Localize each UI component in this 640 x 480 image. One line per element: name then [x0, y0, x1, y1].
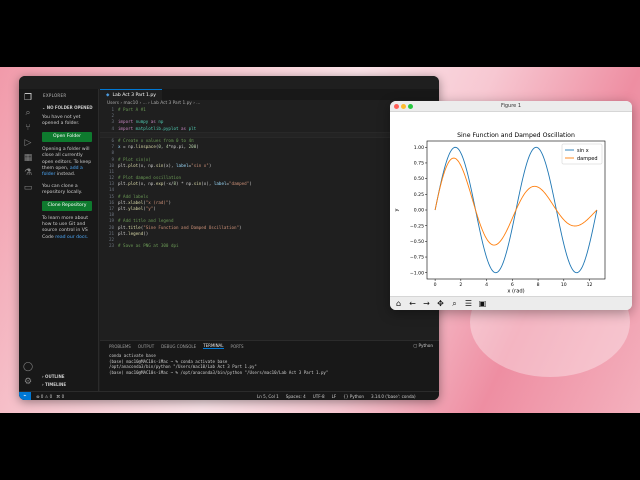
open-folder-button[interactable]: Open Folder: [42, 131, 92, 142]
source-control-icon[interactable]: ⑂: [23, 123, 33, 133]
x-tick-label: 10: [561, 282, 567, 288]
git-docs-info: To learn more about how to use Git and s…: [42, 215, 89, 240]
y-tick-label: 0.25: [414, 192, 424, 198]
line-source: # Save as PNG at 300 dpi: [118, 243, 179, 249]
current-line-highlight: [100, 131, 439, 138]
line-source: x = np.linspace(0, 4*np.pi, 200): [118, 144, 199, 150]
clone-repository-button[interactable]: Clone Repository: [42, 200, 92, 211]
editor-tab[interactable]: ◆ Lab Act 3 Part 1.py: [100, 89, 162, 100]
account-icon[interactable]: ◯: [23, 362, 33, 372]
home-icon[interactable]: ⌂: [394, 299, 403, 308]
panel-tab-debug-console[interactable]: DEBUG CONSOLE: [161, 344, 196, 349]
x-tick-label: 8: [537, 282, 540, 288]
letterbox-bottom: [0, 413, 640, 480]
line-source: plt.legend(): [118, 230, 149, 236]
line-source: plt.plot(x, np.exp(-x/8) * np.sin(x), la…: [118, 181, 252, 187]
explorer-icon[interactable]: ❐: [23, 93, 33, 103]
line-number: 23: [108, 243, 114, 249]
terminal-output[interactable]: conda activate base (base) mac10@MAC10s-i…: [100, 351, 439, 377]
y-tick-label: −0.75: [410, 255, 424, 261]
matplotlib-figure-window: Figure 1 Sine Function and Damped Oscill…: [390, 101, 632, 310]
x-axis-label: x (rad): [507, 289, 524, 295]
y-axis-label: y: [394, 208, 400, 211]
pan-icon[interactable]: ✥: [436, 299, 445, 308]
line-source: plt.ylabel("y"): [118, 206, 156, 211]
docs-link[interactable]: read our docs.: [55, 235, 88, 240]
encoding-status[interactable]: UTF-8: [313, 394, 325, 399]
back-arrow-icon[interactable]: ←: [408, 299, 417, 308]
outline-section-header[interactable]: › OUTLINE: [42, 374, 65, 379]
open-folder-info: Opening a folder will close all currentl…: [42, 146, 92, 178]
cursor-position[interactable]: Ln 5, Col 1: [257, 394, 279, 399]
no-folder-message: You have not yet opened a folder.: [42, 115, 81, 127]
panel-tab-output[interactable]: OUTPUT: [138, 344, 154, 349]
ports-status[interactable]: ⌘ 0: [56, 394, 64, 399]
chart-svg: Sine Function and Damped Oscillation x (r…: [394, 132, 606, 295]
panel-tab-terminal[interactable]: TERMINAL: [203, 343, 224, 349]
explorer-sidebar: EXPLORER ⌄ NO FOLDER OPENED You have not…: [37, 89, 99, 391]
extensions-icon[interactable]: ▦: [23, 153, 33, 163]
zoom-icon[interactable]: ⌕: [450, 299, 459, 308]
panel-tabs: PROBLEMS OUTPUT DEBUG CONSOLE TERMINAL PORTS: [100, 341, 439, 351]
panel-tab-problems[interactable]: PROBLEMS: [109, 344, 131, 349]
clone-info: You can clone a repository locally.: [42, 183, 83, 196]
figure-window-title: Figure 1: [500, 103, 522, 109]
indentation-status[interactable]: Spaces: 4: [286, 394, 306, 399]
y-tick-label: −0.50: [410, 239, 424, 245]
figure-titlebar: Figure 1: [390, 101, 632, 112]
code-editor[interactable]: 1 # Part A #1 2 3 import numpy as np 4 import …: [100, 107, 439, 249]
activity-bar: ❐ ⌕ ⑂ ▷ ▦ ⚗ ▭ ◯ ⚙: [19, 89, 37, 391]
no-folder-section-header[interactable]: ⌄ NO FOLDER OPENED: [42, 105, 93, 110]
remote-explorer-icon[interactable]: ▭: [23, 183, 33, 193]
x-tick-label: 2: [459, 282, 462, 288]
legend-label: damped: [577, 156, 598, 162]
line-source: plt.plot(x, np.sin(x), label="sin x"): [118, 162, 212, 168]
python-file-icon: ◆: [106, 92, 110, 98]
status-bar: ⌁ ⊗ 0 ⚠ 0 ⌘ 0 Ln 5, Col 1 Spaces: 4 UTF-…: [19, 391, 439, 400]
terminal-line: (base) mac10@MAC10s-iMac ~ % /opt/anacon…: [109, 369, 329, 375]
run-debug-icon[interactable]: ▷: [23, 138, 33, 148]
x-tick-label: 0: [434, 282, 437, 288]
search-icon[interactable]: ⌕: [23, 108, 33, 118]
y-tick-label: 1.00: [414, 145, 424, 151]
eol-status[interactable]: LF: [332, 394, 337, 399]
breadcrumb[interactable]: Users › mac10 › ... › Lab Act 3 Part 1.p…: [100, 100, 439, 107]
x-tick-label: 6: [511, 282, 514, 288]
figure-toolbar: ⌂ ← → ✥ ⌕ ☰ ▣: [390, 296, 632, 310]
y-tick-label: 0.00: [414, 208, 424, 214]
vscode-window: ❐ ⌕ ⑂ ▷ ▦ ⚗ ▭ ◯ ⚙ EXPLORER ⌄ NO FOLDER O…: [19, 76, 439, 400]
settings-gear-icon[interactable]: ⚙: [23, 377, 33, 387]
bottom-panel: PROBLEMS OUTPUT DEBUG CONSOLE TERMINAL PORTS…: [100, 340, 439, 391]
chart-title: Sine Function and Damped Oscillation: [457, 132, 575, 139]
y-tick-label: −1.00: [410, 270, 424, 276]
x-tick-label: 4: [485, 282, 488, 288]
python-interpreter[interactable]: 3.14.0 ('base': conda): [371, 394, 416, 399]
problems-status[interactable]: ⊗ 0 ⚠ 0: [36, 394, 52, 399]
remote-indicator-icon[interactable]: ⌁: [19, 391, 31, 400]
line-source: # Part A #1: [118, 107, 146, 112]
y-tick-label: −0.25: [410, 223, 424, 229]
legend-label: sin x: [577, 148, 589, 154]
language-mode[interactable]: {} Python: [343, 394, 364, 399]
tab-label: Lab Act 3 Part 1.py: [112, 92, 156, 98]
editor-tabbar: ◆ Lab Act 3 Part 1.py: [100, 89, 439, 100]
editor-area: ◆ Lab Act 3 Part 1.py Users › mac10 › ..…: [100, 89, 439, 340]
explorer-title: EXPLORER: [43, 93, 67, 98]
vscode-titlebar: [19, 76, 439, 89]
figure-canvas[interactable]: Sine Function and Damped Oscillation x (r…: [390, 112, 632, 296]
forward-arrow-icon[interactable]: →: [422, 299, 431, 308]
y-tick-label: 0.50: [414, 176, 424, 182]
testing-icon[interactable]: ⚗: [23, 168, 33, 178]
configure-subplots-icon[interactable]: ☰: [464, 299, 473, 308]
panel-tab-ports[interactable]: PORTS: [231, 344, 244, 349]
x-tick-label: 12: [587, 282, 593, 288]
code-line[interactable]: 23 # Save as PNG at 300 dpi: [104, 243, 439, 249]
y-tick-label: 0.75: [414, 161, 424, 167]
terminal-shell-selector[interactable]: ▢ Python: [413, 343, 433, 348]
letterbox-top: [0, 0, 640, 67]
save-figure-icon[interactable]: ▣: [478, 299, 487, 308]
timeline-section-header[interactable]: › TIMELINE: [42, 382, 66, 387]
